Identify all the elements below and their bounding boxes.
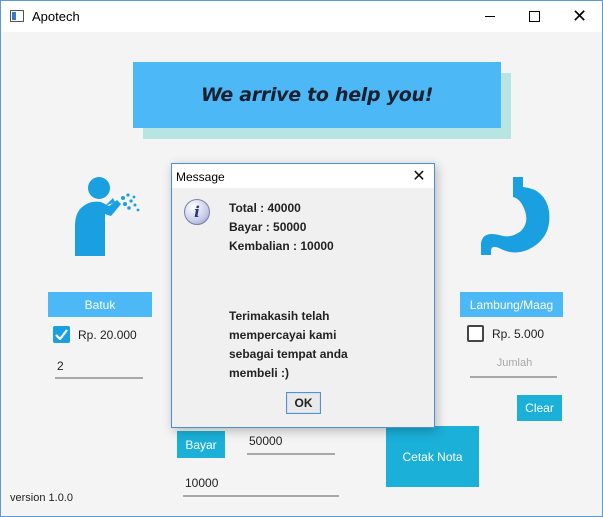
dialog-kembalian-line: Kembalian : 10000 <box>229 239 334 253</box>
checkmark-icon <box>55 329 68 340</box>
lambung-price-label: Rp. 5.000 <box>492 327 545 341</box>
lambung-maag-button[interactable]: Lambung/Maag <box>460 292 563 317</box>
dialog-total-line: Total : 40000 <box>229 201 301 215</box>
banner-text: We arrive to help you! <box>200 84 434 106</box>
ok-button[interactable]: OK <box>286 392 321 414</box>
banner: We arrive to help you! <box>133 62 501 128</box>
version-label: version 1.0.0 <box>10 492 73 504</box>
app-window: Apotech ✕ We arrive to help you! Batuk L… <box>0 0 603 517</box>
bayar-input[interactable]: 50000 <box>247 434 335 455</box>
stomach-icon <box>481 177 550 255</box>
dialog-title: Message <box>176 170 225 184</box>
lambung-checkbox[interactable] <box>467 325 484 342</box>
message-dialog: Message ✕ i Total : 40000 Bayar : 50000 … <box>171 163 435 428</box>
cetak-nota-button[interactable]: Cetak Nota <box>386 426 479 487</box>
dialog-thanks-line-3: sebagai tempat anda <box>229 347 348 361</box>
cough-icon <box>75 177 140 256</box>
dialog-title-bar[interactable]: Message ✕ <box>172 164 434 188</box>
dialog-bayar-line: Bayar : 50000 <box>229 220 307 234</box>
dialog-thanks-line-1: Terimakasih telah <box>229 309 330 323</box>
info-icon: i <box>184 199 210 225</box>
minimize-button[interactable] <box>467 1 512 32</box>
batuk-price-label: Rp. 20.000 <box>78 328 137 342</box>
batuk-button[interactable]: Batuk <box>48 292 152 317</box>
dialog-thanks-line-2: mempercayai kami <box>229 328 337 342</box>
bayar-button[interactable]: Bayar <box>177 431 225 458</box>
kembalian-field[interactable]: 10000 <box>183 476 339 497</box>
dialog-close-button[interactable]: ✕ <box>408 165 430 187</box>
title-bar[interactable]: Apotech ✕ <box>1 1 602 32</box>
app-icon <box>10 10 24 22</box>
window-title: Apotech <box>32 9 80 24</box>
batuk-quantity-input[interactable]: 2 <box>55 359 143 379</box>
maximize-button[interactable] <box>512 1 557 32</box>
close-button[interactable]: ✕ <box>557 1 602 32</box>
clear-button[interactable]: Clear <box>517 395 562 421</box>
lambung-quantity-input[interactable]: Jumlah <box>470 357 557 378</box>
batuk-checkbox[interactable] <box>53 326 70 343</box>
dialog-thanks-line-4: membeli :) <box>229 366 290 380</box>
